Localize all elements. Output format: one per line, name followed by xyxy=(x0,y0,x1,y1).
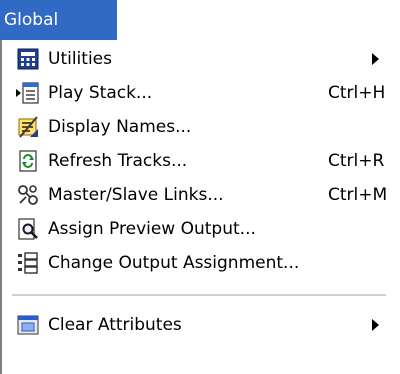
menu-item-refresh-tracks[interactable]: Refresh Tracks... Ctrl+R xyxy=(2,144,400,178)
menu-item-play-stack[interactable]: Play Stack... Ctrl+H xyxy=(2,76,400,110)
menu-item-label: Clear Attributes xyxy=(48,315,182,335)
menu-tab-global[interactable]: Global xyxy=(0,0,117,40)
shortcut-label: Ctrl+R xyxy=(328,151,385,171)
submenu-arrow-icon xyxy=(372,53,379,65)
shortcut-label: Ctrl+H xyxy=(328,83,386,103)
menu-item-utilities[interactable]: Utilities xyxy=(2,42,400,76)
menu-item-master-slave-links[interactable]: Master/Slave Links... Ctrl+M xyxy=(2,178,400,212)
play-stack-icon xyxy=(16,81,40,105)
menu-item-clear-attributes[interactable]: Clear Attributes xyxy=(2,308,400,342)
utilities-calculator-icon xyxy=(16,47,40,71)
menu-item-label: Change Output Assignment... xyxy=(48,253,300,273)
assign-preview-output-icon xyxy=(16,217,40,241)
menu-separator xyxy=(12,294,386,297)
global-menu-window: Global Utilities Play Stack... Ctrl+H Di… xyxy=(0,0,400,374)
menu-item-label: Utilities xyxy=(48,49,112,69)
menu-item-assign-preview-output[interactable]: Assign Preview Output... xyxy=(2,212,400,246)
menu-item-label: Play Stack... xyxy=(48,83,153,103)
menu-item-label: Refresh Tracks... xyxy=(48,151,188,171)
display-names-icon xyxy=(16,115,40,139)
refresh-tracks-icon xyxy=(16,149,40,173)
menu-item-change-output-assignment[interactable]: Change Output Assignment... xyxy=(2,246,400,280)
global-dropdown-menu: Utilities Play Stack... Ctrl+H Display N… xyxy=(0,40,400,374)
change-output-assignment-icon xyxy=(16,251,40,275)
submenu-arrow-icon xyxy=(372,319,379,331)
menu-item-label: Assign Preview Output... xyxy=(48,219,256,239)
master-slave-links-icon xyxy=(16,183,40,207)
shortcut-label: Ctrl+M xyxy=(328,185,388,205)
menu-item-display-names[interactable]: Display Names... xyxy=(2,110,400,144)
menu-item-label: Master/Slave Links... xyxy=(48,185,224,205)
clear-attributes-icon xyxy=(16,313,40,337)
menu-item-label: Display Names... xyxy=(48,117,192,137)
